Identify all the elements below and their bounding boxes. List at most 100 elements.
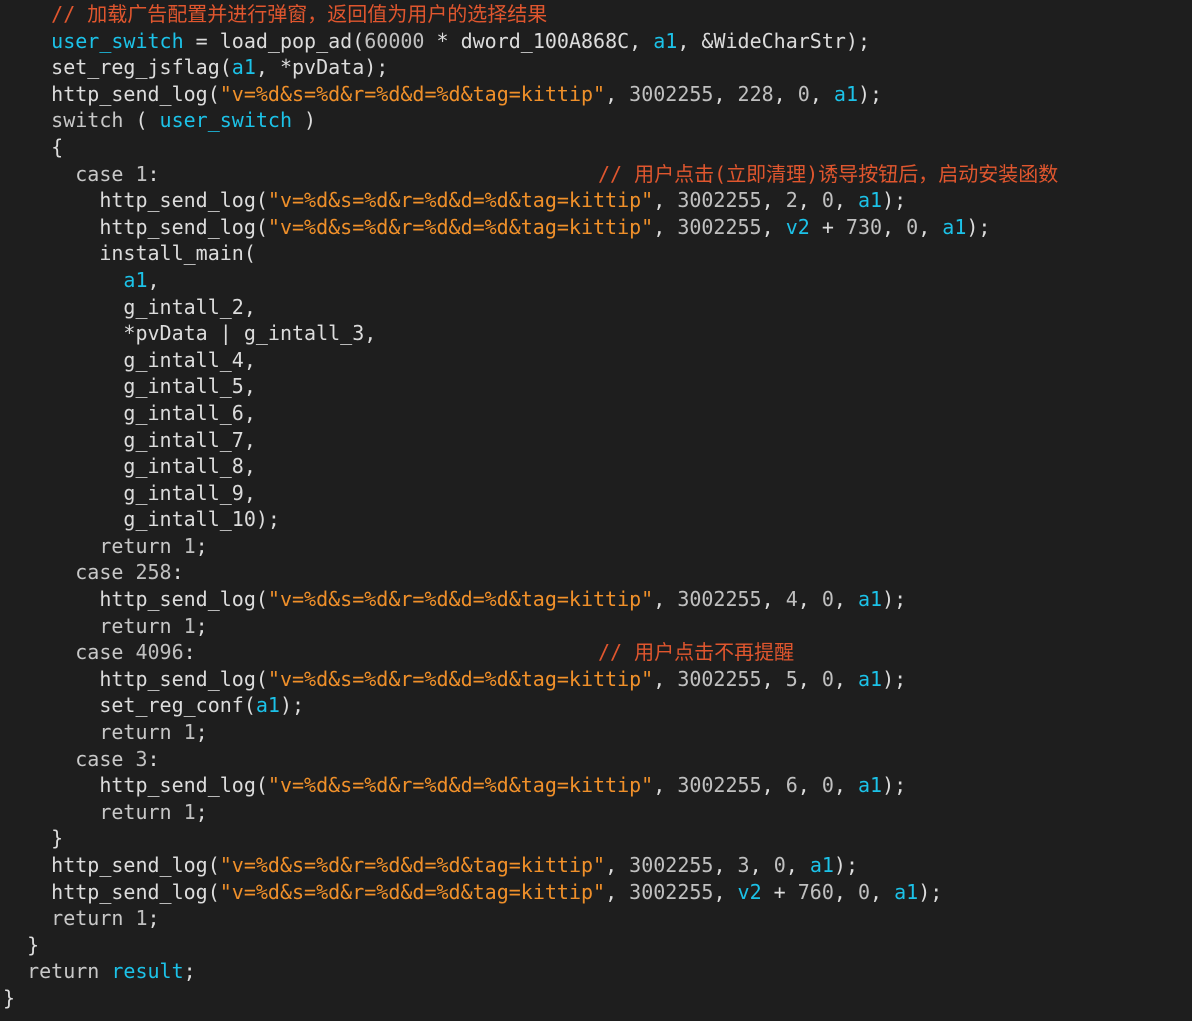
code-token-plain: : xyxy=(147,161,160,186)
code-token-plain: , xyxy=(833,773,858,798)
code-line: http_send_log("v=%d&s=%d&r=%d&d=%d&tag=k… xyxy=(0,586,1192,613)
code-token-plain: * dword_100A868C, xyxy=(424,28,654,53)
code-token-plain: } xyxy=(51,826,64,851)
code-token-plain: ); xyxy=(966,214,991,239)
code-token-plain: install_main( xyxy=(99,241,256,266)
code-token-plain: g_intall_4, xyxy=(123,347,256,372)
code-line: return 1; xyxy=(0,905,1192,932)
code-token-keyword: return xyxy=(99,533,172,558)
code-token-plain: , xyxy=(761,666,786,691)
code-token-plain: , xyxy=(761,587,786,612)
code-token-variable: a1 xyxy=(653,28,678,53)
code-token-string: "v=%d&s=%d&r=%d&d=%d&tag=kittip" xyxy=(219,81,606,106)
code-token-number: 0 xyxy=(906,214,919,239)
code-token-plain: ); xyxy=(858,81,883,106)
code-token-plain: ); xyxy=(882,773,907,798)
code-line: http_send_log("v=%d&s=%d&r=%d&d=%d&tag=k… xyxy=(0,187,1192,214)
code-line: } xyxy=(0,825,1192,852)
code-token-plain: g_intall_10); xyxy=(123,507,280,532)
code-token-plain: , xyxy=(833,666,858,691)
code-token-number: 1 xyxy=(183,533,196,558)
code-token-plain: , xyxy=(797,188,822,213)
code-token-plain: , xyxy=(833,587,858,612)
code-token-number: 3002255 xyxy=(677,188,762,213)
code-token-string: "v=%d&s=%d&r=%d&d=%d&tag=kittip" xyxy=(219,879,606,904)
code-token-plain: http_send_log( xyxy=(51,879,220,904)
code-token-plain: ); xyxy=(918,879,943,904)
code-token-keyword: return xyxy=(99,613,172,638)
code-token-number: 0 xyxy=(821,188,834,213)
code-token-string: "v=%d&s=%d&r=%d&d=%d&tag=kittip" xyxy=(267,773,654,798)
code-token-string: "v=%d&s=%d&r=%d&d=%d&tag=kittip" xyxy=(267,188,654,213)
code-token-plain: g_intall_8, xyxy=(123,454,256,479)
code-token-plain: + xyxy=(809,214,846,239)
code-token-plain: , xyxy=(833,188,858,213)
code-token-keyword: case xyxy=(75,560,124,585)
code-token-number: 1 xyxy=(183,799,196,824)
code-token-number: 0 xyxy=(797,81,810,106)
code-line: g_intall_2, xyxy=(0,294,1192,321)
code-line: g_intall_5, xyxy=(0,373,1192,400)
code-token-plain: , &WideCharStr); xyxy=(677,28,870,53)
code-token-number: 4096 xyxy=(135,640,184,665)
code-comment: // 用户点击(立即清理)诱导按钮后，启动安装函数 xyxy=(598,161,1059,186)
code-token-variable: a1 xyxy=(857,587,883,612)
code-token-variable: a1 xyxy=(894,879,919,904)
code-token-plain: set_reg_jsflag( xyxy=(51,55,232,80)
code-token-number: 4 xyxy=(785,587,798,612)
code-token-keyword: case xyxy=(75,161,124,186)
code-token-keyword: return xyxy=(99,720,172,745)
code-token-plain: } xyxy=(27,932,40,957)
code-token-plain: g_intall_2, xyxy=(123,294,256,319)
code-token-keyword: return xyxy=(27,959,100,984)
code-line: g_intall_6, xyxy=(0,400,1192,427)
code-line: *pvData | g_intall_3, xyxy=(0,320,1192,347)
code-token-plain: , xyxy=(713,81,738,106)
code-token-plain: , xyxy=(653,666,678,691)
code-token-number: 2 xyxy=(785,188,798,213)
code-token-keyword: case xyxy=(75,640,124,665)
code-token-number: 0 xyxy=(857,879,871,904)
code-line: return 1; xyxy=(0,533,1192,560)
code-token-string: "v=%d&s=%d&r=%d&d=%d&tag=kittip" xyxy=(219,853,606,877)
code-comment: // 用户点击不再提醒 xyxy=(598,640,795,665)
code-token-plain: , xyxy=(882,214,907,239)
code-token-number: 0 xyxy=(773,853,786,877)
code-token-number: 0 xyxy=(821,587,834,612)
code-line: return 1; xyxy=(0,719,1192,746)
code-token-variable: user_switch xyxy=(159,108,292,133)
code-token-number: 760 xyxy=(797,879,834,904)
code-token-plain: ; xyxy=(147,906,160,931)
code-line: g_intall_7, xyxy=(0,427,1192,454)
code-token-plain: ; xyxy=(195,533,208,558)
code-token-plain: g_intall_6, xyxy=(123,400,256,425)
code-token-variable: a1 xyxy=(857,773,883,798)
code-token-number: 3002255 xyxy=(629,81,714,106)
code-editor[interactable]: // 加载广告配置并进行弹窗，返回值为用户的选择结果 user_switch =… xyxy=(0,0,1192,1021)
code-token-comment: // 加载广告配置并进行弹窗，返回值为用户的选择结果 xyxy=(51,2,548,26)
code-token-number: 3002255 xyxy=(629,853,714,877)
code-token-variable: a1 xyxy=(123,267,148,292)
code-token-number: 60000 xyxy=(364,28,425,53)
code-token-plain: ); xyxy=(833,853,859,877)
